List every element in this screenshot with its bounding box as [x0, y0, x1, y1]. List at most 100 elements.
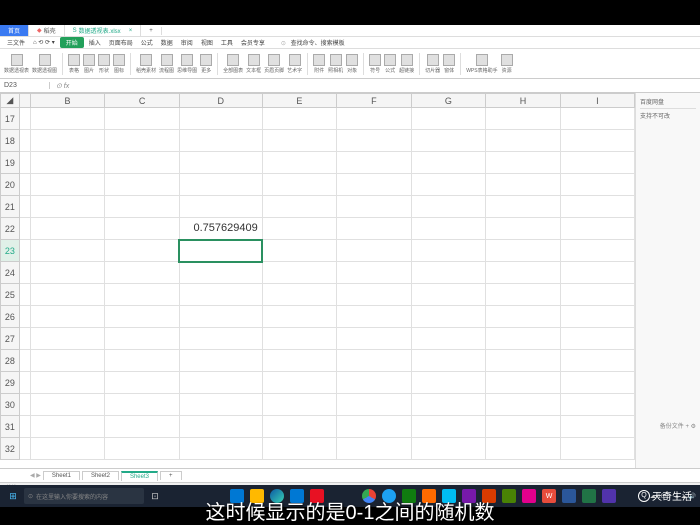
ribbon-attach[interactable]: 附件 — [313, 54, 325, 74]
cell-A32[interactable] — [19, 438, 30, 460]
row-29[interactable]: 29 — [1, 372, 20, 394]
cell-I21[interactable] — [560, 196, 634, 218]
ribbon-object[interactable]: 对象 — [346, 54, 358, 74]
cell-H32[interactable] — [486, 438, 561, 460]
cell-D32[interactable] — [179, 438, 262, 460]
cell-D19[interactable] — [179, 152, 262, 174]
cell-C32[interactable] — [105, 438, 180, 460]
cell-F28[interactable] — [337, 350, 411, 372]
cell-C19[interactable] — [105, 152, 180, 174]
corner[interactable]: ◢ — [1, 94, 20, 108]
row-17[interactable]: 17 — [1, 108, 20, 130]
cell-C25[interactable] — [105, 284, 180, 306]
cell-B32[interactable] — [30, 438, 104, 460]
ribbon-res[interactable]: 资源 — [501, 54, 513, 74]
cell-F31[interactable] — [337, 416, 411, 438]
cell-H30[interactable] — [486, 394, 561, 416]
cell-F17[interactable] — [337, 108, 411, 130]
tab-add[interactable]: + — [141, 27, 162, 35]
cell-A20[interactable] — [19, 174, 30, 196]
cell-G31[interactable] — [411, 416, 486, 438]
cell-B24[interactable] — [30, 262, 104, 284]
cell-I18[interactable] — [560, 130, 634, 152]
cell-B17[interactable] — [30, 108, 104, 130]
name-box[interactable]: D23 — [0, 82, 50, 89]
row-19[interactable]: 19 — [1, 152, 20, 174]
ribbon-wordart[interactable]: 艺术字 — [287, 54, 302, 74]
cell-I25[interactable] — [560, 284, 634, 306]
cell-C22[interactable] — [105, 218, 180, 240]
cell-D23[interactable] — [179, 240, 262, 262]
cell-B26[interactable] — [30, 306, 104, 328]
cell-E25[interactable] — [262, 284, 336, 306]
cell-A17[interactable] — [19, 108, 30, 130]
cell-F32[interactable] — [337, 438, 411, 460]
cell-F25[interactable] — [337, 284, 411, 306]
cell-C17[interactable] — [105, 108, 180, 130]
cell-H26[interactable] — [486, 306, 561, 328]
col-E[interactable]: E — [262, 94, 336, 108]
menu-search[interactable]: ⊙ 查找命令、搜索模板 — [278, 38, 351, 47]
cell-D22[interactable]: 0.757629409 — [179, 218, 262, 240]
cell-F30[interactable] — [337, 394, 411, 416]
cell-A23[interactable] — [19, 240, 30, 262]
cell-E30[interactable] — [262, 394, 336, 416]
cell-A28[interactable] — [19, 350, 30, 372]
cell-H20[interactable] — [486, 174, 561, 196]
col-H[interactable]: H — [486, 94, 561, 108]
cell-I28[interactable] — [560, 350, 634, 372]
cell-I23[interactable] — [560, 240, 634, 262]
cell-G29[interactable] — [411, 372, 486, 394]
menu-members[interactable]: 会员专享 — [238, 38, 268, 47]
cell-B23[interactable] — [30, 240, 104, 262]
col-B[interactable]: B — [30, 94, 104, 108]
cell-B18[interactable] — [30, 130, 104, 152]
cell-B21[interactable] — [30, 196, 104, 218]
cell-C28[interactable] — [105, 350, 180, 372]
cell-C30[interactable] — [105, 394, 180, 416]
cell-I27[interactable] — [560, 328, 634, 350]
cell-B31[interactable] — [30, 416, 104, 438]
ribbon-flow[interactable]: 流程图 — [159, 54, 174, 74]
cell-E19[interactable] — [262, 152, 336, 174]
cell-B19[interactable] — [30, 152, 104, 174]
cell-E18[interactable] — [262, 130, 336, 152]
ribbon-more[interactable]: 更多 — [200, 54, 212, 74]
cell-I20[interactable] — [560, 174, 634, 196]
cell-C26[interactable] — [105, 306, 180, 328]
cell-H25[interactable] — [486, 284, 561, 306]
col-D[interactable]: D — [179, 94, 262, 108]
cell-E28[interactable] — [262, 350, 336, 372]
cell-A26[interactable] — [19, 306, 30, 328]
menu-formula[interactable]: 公式 — [138, 38, 156, 47]
cell-C27[interactable] — [105, 328, 180, 350]
cell-D25[interactable] — [179, 284, 262, 306]
cell-A29[interactable] — [19, 372, 30, 394]
cell-F27[interactable] — [337, 328, 411, 350]
menu-data[interactable]: 数据 — [158, 38, 176, 47]
cell-A30[interactable] — [19, 394, 30, 416]
cell-B29[interactable] — [30, 372, 104, 394]
row-26[interactable]: 26 — [1, 306, 20, 328]
tab-file[interactable]: S数据透视表.xlsx× — [65, 25, 142, 36]
cell-B28[interactable] — [30, 350, 104, 372]
ribbon-form[interactable]: 窗体 — [443, 54, 455, 74]
cell-G26[interactable] — [411, 306, 486, 328]
cell-G28[interactable] — [411, 350, 486, 372]
ribbon-header[interactable]: 页眉页脚 — [264, 54, 284, 74]
col-I[interactable]: I — [560, 94, 634, 108]
row-25[interactable]: 25 — [1, 284, 20, 306]
cell-E32[interactable] — [262, 438, 336, 460]
row-24[interactable]: 24 — [1, 262, 20, 284]
cell-B30[interactable] — [30, 394, 104, 416]
cell-H19[interactable] — [486, 152, 561, 174]
row-20[interactable]: 20 — [1, 174, 20, 196]
row-28[interactable]: 28 — [1, 350, 20, 372]
cell-H23[interactable] — [486, 240, 561, 262]
ribbon-icon[interactable]: 图标 — [113, 54, 125, 74]
row-32[interactable]: 32 — [1, 438, 20, 460]
tab-docer[interactable]: ◆稻壳 — [29, 25, 65, 36]
cell-F19[interactable] — [337, 152, 411, 174]
menu-review[interactable]: 审阅 — [178, 38, 196, 47]
row-18[interactable]: 18 — [1, 130, 20, 152]
